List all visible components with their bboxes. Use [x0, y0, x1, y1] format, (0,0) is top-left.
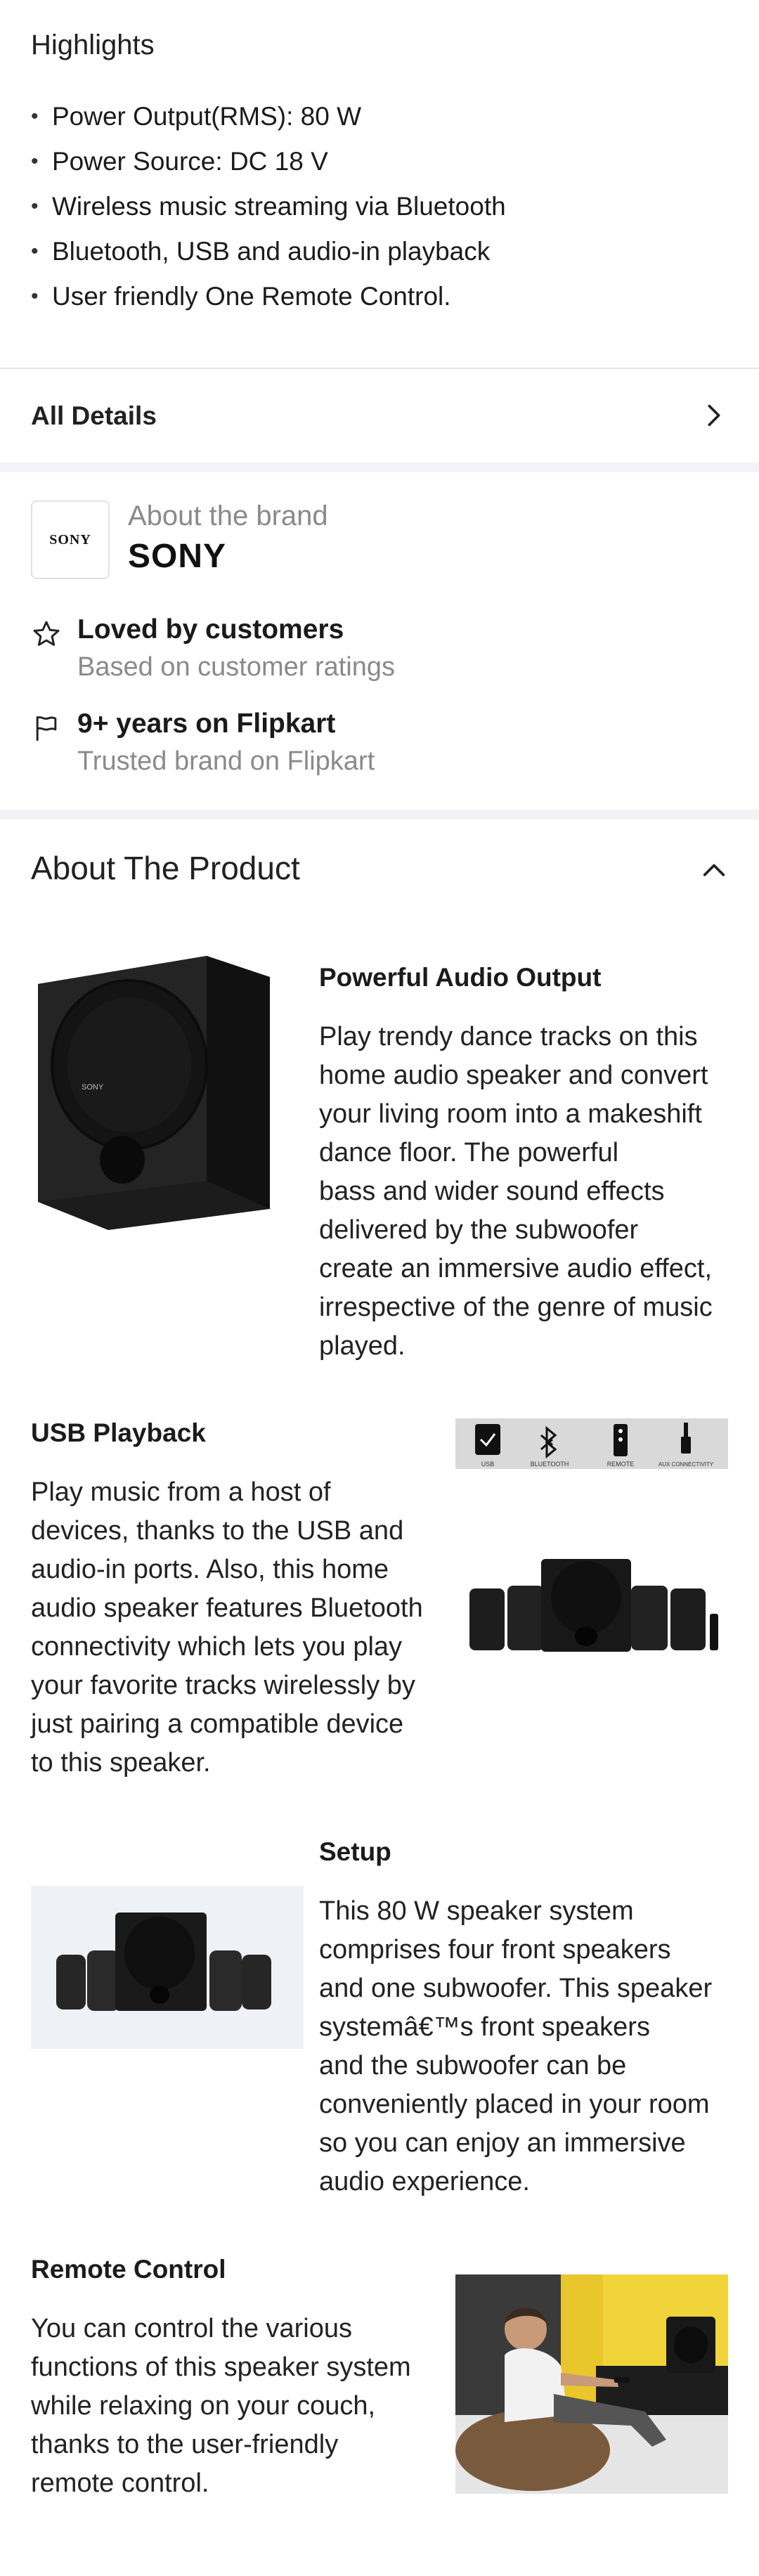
- remote-icon: [614, 1424, 628, 1456]
- product-details-page: Highlights Power Output(RMS): 80 W Power…: [0, 0, 759, 2576]
- highlight-item: User friendly One Remote Control.: [31, 277, 506, 322]
- brand-section: SONY About the brand SONY Loved by custo…: [0, 472, 759, 810]
- about-product-title: About The Product: [31, 850, 300, 886]
- highlights-section: Highlights Power Output(RMS): 80 W Power…: [0, 0, 759, 368]
- chevron-right-icon: [708, 404, 720, 427]
- highlight-item: Power Source: DC 18 V: [31, 142, 506, 187]
- feature-title: USB Playback: [31, 1418, 206, 1447]
- flag-icon: [36, 716, 57, 741]
- loved-title: Loved by customers: [77, 614, 344, 645]
- loved-subtitle: Based on customer ratings: [77, 652, 396, 682]
- all-details-row[interactable]: All Details: [0, 370, 759, 462]
- remote-control-image: [455, 2274, 728, 2494]
- all-details-label: All Details: [31, 401, 157, 430]
- loved-by-customers: Loved by customers Based on customer rat…: [31, 614, 734, 692]
- feature-title: Powerful Audio Output: [319, 963, 602, 992]
- highlights-title: Highlights: [31, 30, 155, 60]
- feature-text: You can control the various functions of…: [31, 2314, 411, 2498]
- brand-name[interactable]: SONY: [128, 537, 226, 576]
- section-separator: [0, 462, 759, 472]
- usb-icon: [475, 1424, 500, 1455]
- usb-label: USB: [481, 1461, 495, 1468]
- product-badge: SONY: [82, 1083, 104, 1092]
- highlight-item: Power Output(RMS): 80 W: [31, 97, 506, 142]
- highlights-list: Power Output(RMS): 80 W Power Source: DC…: [31, 97, 506, 322]
- highlight-item: Wireless music streaming via Bluetooth: [31, 187, 506, 232]
- setup-image: [31, 1886, 304, 2049]
- feature-title: Setup: [319, 1837, 391, 1866]
- divider: [0, 368, 759, 369]
- brand-subtitle: About the brand: [128, 500, 328, 531]
- chevron-up-icon: [703, 864, 725, 876]
- section-separator: [0, 810, 759, 820]
- years-subtitle: Trusted brand on Flipkart: [77, 746, 375, 776]
- star-icon: [33, 621, 60, 646]
- usb-playback-image: USB BLUETOOTH REMOTE AUX CONNECTIVITY: [455, 1418, 728, 1685]
- highlight-item: Bluetooth, USB and audio-in playback: [31, 232, 506, 277]
- brand-logo[interactable]: SONY: [31, 500, 110, 579]
- years-on-flipkart: 9+ years on Flipkart Trusted brand on Fl…: [31, 708, 734, 786]
- feature-text: This 80 W speaker system comprises four …: [319, 1896, 713, 2196]
- bluetooth-label: BLUETOOTH: [531, 1461, 569, 1468]
- about-product-header[interactable]: About The Product: [0, 820, 759, 918]
- aux-label: AUX CONNECTIVITY: [659, 1461, 714, 1468]
- remote-label: REMOTE: [607, 1461, 635, 1468]
- feature-text: Play trendy dance tracks on this home au…: [319, 1022, 713, 1361]
- feature-title: Remote Control: [31, 2255, 226, 2284]
- subwoofer-image: SONY: [31, 949, 301, 1234]
- feature-text: Play music from a host of devices, thank…: [31, 1477, 423, 1778]
- years-title: 9+ years on Flipkart: [77, 708, 336, 739]
